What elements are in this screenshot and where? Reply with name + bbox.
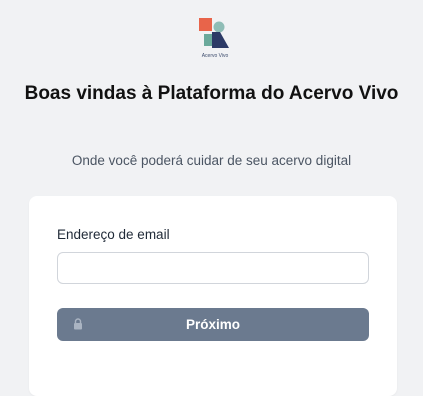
next-button-label: Próximo — [185, 317, 240, 332]
logo-text: Acervo Vivo — [201, 53, 229, 59]
login-card: Endereço de email Próximo — [29, 196, 397, 396]
page-title: Boas vindas à Plataforma do Acervo Vivo — [24, 83, 399, 104]
lock-icon — [74, 318, 82, 330]
next-button[interactable]: Próximo — [57, 308, 369, 341]
page-subtitle: Onde você poderá cuidar de seu acervo di… — [71, 153, 352, 168]
email-label: Endereço de email — [57, 227, 170, 242]
logo-mark — [199, 18, 229, 48]
email-field[interactable] — [57, 252, 369, 284]
brand-logo: Acervo Vivo — [196, 17, 234, 65]
